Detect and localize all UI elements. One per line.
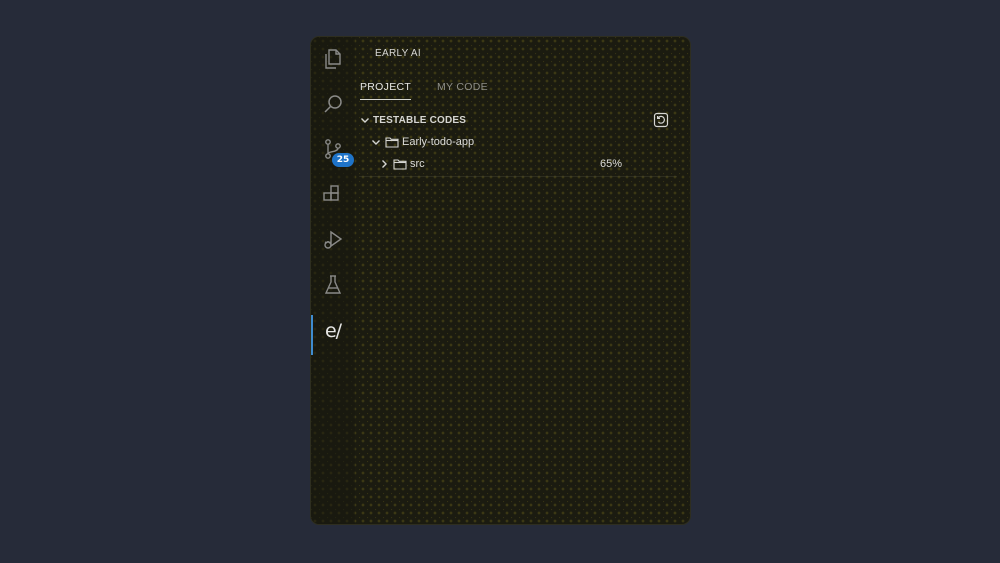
coverage-percentage: 65% [600,158,623,170]
early-ai-logo-icon: e/ [324,320,342,342]
early-ai-button[interactable]: e/ [311,311,355,355]
folder-name: src [410,158,425,170]
project-name: Early-todo-app [402,136,475,148]
tree-divider [359,176,677,177]
files-icon [325,49,341,69]
run-debug-icon [324,230,343,249]
source-control-badge: 25 [332,153,354,167]
editor-window: 25 e/ EARLY AI PROJECT MY CODE TESTABLE … [311,37,690,524]
chevron-down-icon [372,140,380,145]
testing-flask-icon [324,275,342,294]
tab-project[interactable]: PROJECT [360,81,412,100]
activity-bar: 25 e/ [311,37,355,524]
chevron-right-icon [382,160,387,168]
extensions-button[interactable] [311,175,355,215]
testing-button[interactable] [311,265,355,305]
run-debug-button[interactable] [311,220,355,260]
section-title: TESTABLE CODES [373,114,467,126]
tree-row-src[interactable]: src [378,158,425,170]
sidebar-title: EARLY AI [375,48,421,59]
refresh-icon [653,112,669,128]
search-icon [324,95,342,113]
chevron-down-icon [361,118,369,123]
folder-open-icon [385,137,399,148]
tab-my-code[interactable]: MY CODE [437,81,488,99]
tree-row-project[interactable]: Early-todo-app [370,136,474,148]
search-button[interactable] [311,84,355,124]
explorer-button[interactable] [311,39,355,79]
source-control-button[interactable]: 25 [311,129,355,169]
refresh-button[interactable] [653,112,669,128]
extensions-icon [323,185,339,201]
folder-icon [393,159,407,170]
testable-codes-header[interactable]: TESTABLE CODES [359,114,466,126]
